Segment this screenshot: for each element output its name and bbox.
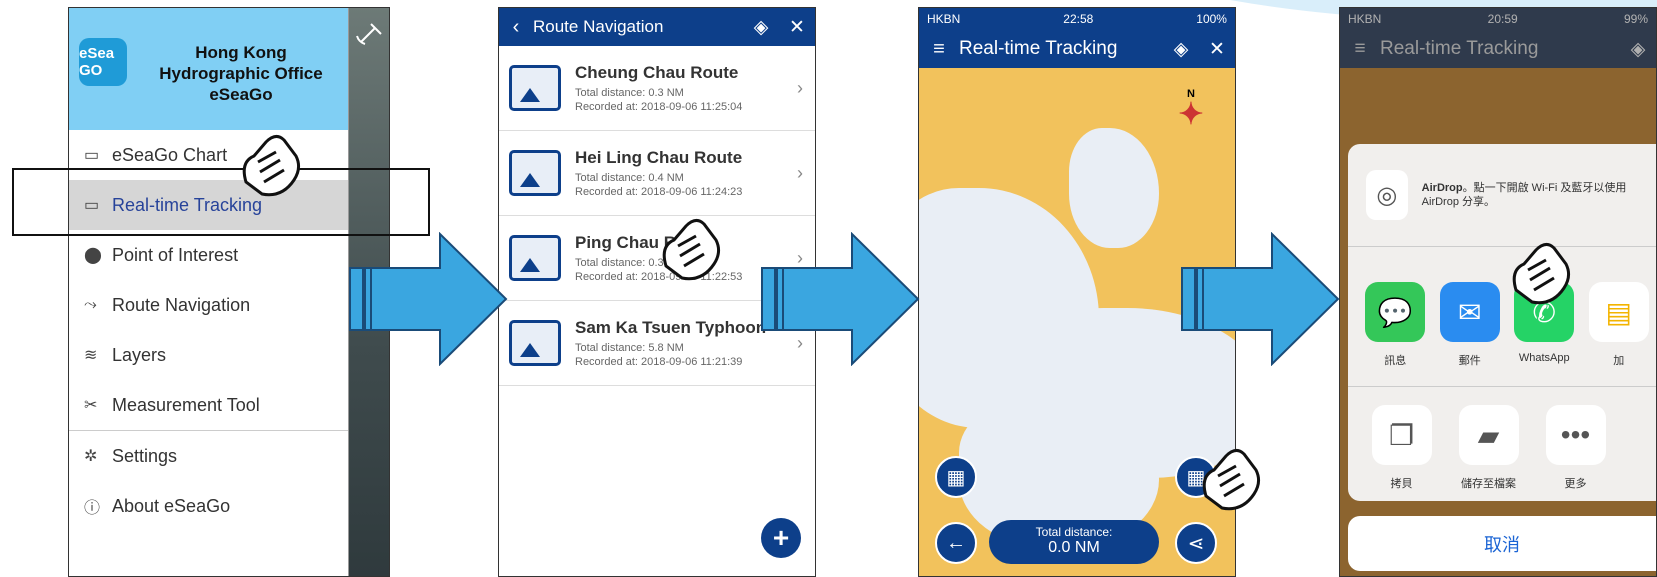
compass-icon: N ✦: [1178, 88, 1204, 131]
satellite-icon[interactable]: ✕: [779, 16, 815, 39]
menu-item-label: Settings: [112, 445, 178, 466]
route-distance: Total distance: 5.8 NM: [575, 341, 684, 354]
highlight-box: [12, 168, 430, 236]
folder-icon: ▰: [1458, 405, 1519, 465]
gear-icon: ✲: [84, 448, 98, 465]
share-action-1[interactable]: ▰ 儲存至檔案: [1445, 405, 1532, 491]
measure-icon: ✂: [84, 397, 98, 414]
tap-hand-icon: [662, 219, 721, 281]
copy-icon: ❐: [1371, 405, 1432, 465]
share-actions-row: ❐ 拷貝 ▰ 儲存至檔案 ••• 更多: [1348, 387, 1656, 499]
drawer-header: eSea GO Hong Kong Hydrographic Office eS…: [69, 8, 348, 130]
menu-item-label: Point of Interest: [112, 244, 239, 265]
nav-bar: ‹ Route Navigation ◈ ✕: [499, 8, 815, 46]
menu-item-label: Route Navigation: [112, 294, 251, 315]
chart-toggle-button[interactable]: ▦: [935, 456, 977, 498]
share-app-3[interactable]: ▤ 加: [1582, 282, 1657, 368]
screen-side-menu: eSea GO Hong Kong Hydrographic Office eS…: [68, 7, 390, 577]
route-image-icon: [509, 150, 561, 196]
share-app-1[interactable]: ✉ 郵件: [1433, 282, 1508, 368]
route-name: Hei Ling Chau Route: [575, 147, 743, 167]
menu-item-route-navigation[interactable]: ⤳ Route Navigation: [69, 280, 348, 330]
share-action-0[interactable]: ❐ 拷貝: [1358, 405, 1445, 491]
menu-item-measurement-tool[interactable]: ✂ Measurement Tool: [69, 380, 348, 430]
nav-bar: ≡ Real-time Tracking ◈ ✕: [919, 30, 1235, 68]
back-arrow-button[interactable]: ←: [935, 522, 977, 564]
route-distance: Total distance: 0.3 NM: [575, 86, 684, 99]
route-image-icon: [509, 65, 561, 111]
menu-item-label: Layers: [112, 344, 167, 365]
map-pin-icon: ⬤: [84, 247, 102, 264]
airdrop-icon: ◎: [1366, 170, 1408, 220]
route-icon: ⤳: [84, 296, 97, 313]
share-app-label: 加: [1613, 355, 1625, 367]
share-app-label: WhatsApp: [1518, 352, 1570, 364]
route-recorded-at: Recorded at: 2018-09-06 11:21:39: [575, 355, 743, 368]
airdrop-row[interactable]: ◎ AirDrop。點一下開啟 Wi-Fi 及藍牙以使用 AirDrop 分享。: [1348, 144, 1656, 247]
route-name: Sam Ka Tsuen Typhoon: [575, 317, 767, 337]
route-list-item[interactable]: Cheung Chau Route Total distance: 0.3 NM R…: [499, 46, 815, 131]
locate-icon[interactable]: ◈: [1163, 38, 1199, 61]
route-recorded-at: Recorded at: 2018-09-06 11:24:23: [575, 185, 743, 198]
eseago-logo: eSea GO: [79, 38, 127, 86]
page-title: Route Navigation: [533, 17, 664, 36]
share-action-label: 拷貝: [1390, 478, 1413, 490]
water-area: [1069, 128, 1159, 248]
arrow-right-icon: [349, 232, 508, 366]
layers-icon: ≋: [84, 347, 98, 364]
tap-hand-icon: [242, 135, 301, 197]
notes-icon: ▤: [1588, 282, 1649, 342]
clock: 22:58: [1063, 12, 1094, 26]
share-app-label: 訊息: [1384, 355, 1407, 367]
route-image-icon: [509, 235, 561, 281]
menu-item-label: Measurement Tool: [112, 394, 260, 415]
cancel-button[interactable]: 取消: [1348, 516, 1656, 571]
menu-item-about-eseago[interactable]: ⓘ About eSeaGo: [69, 481, 348, 531]
satellite-icon[interactable]: ✕: [1199, 38, 1235, 61]
total-distance-readout: Total distance: 0.0 NM: [989, 520, 1159, 564]
mail-icon: ✉: [1439, 282, 1500, 342]
satellite-icon: [356, 23, 382, 45]
locate-icon[interactable]: ◈: [743, 16, 779, 39]
message-icon: 💬: [1365, 282, 1426, 342]
share-sheet: ◎ AirDrop。點一下開啟 Wi-Fi 及藍牙以使用 AirDrop 分享。…: [1348, 144, 1656, 501]
add-route-button[interactable]: +: [761, 518, 801, 558]
arrow-right-icon: [761, 232, 920, 366]
battery-label: 100%: [1196, 12, 1227, 26]
share-app-0[interactable]: 💬 訊息: [1358, 282, 1433, 368]
route-list-item[interactable]: Hei Ling Chau Route Total distance: 0.4 N…: [499, 131, 815, 216]
organization-name: Hong Kong Hydrographic Office eSeaGo: [159, 43, 323, 104]
menu-item-point-of-interest[interactable]: ⬤ Point of Interest: [69, 230, 348, 280]
menu-item-label: eSeaGo Chart: [112, 144, 228, 165]
chevron-right-icon: ›: [797, 162, 803, 183]
menu-item-layers[interactable]: ≋ Layers: [69, 330, 348, 380]
info-icon: ⓘ: [84, 500, 101, 517]
route-name: Cheung Chau Route: [575, 62, 739, 82]
side-drawer: eSea GO Hong Kong Hydrographic Office eS…: [69, 8, 349, 576]
screen-share-sheet: HKBN 20:59 99% ≡ Real-time Tracking ◈ ◎ …: [1339, 7, 1657, 577]
route-recorded-at: Recorded at: 2018-09-06 11:25:04: [575, 100, 743, 113]
carrier-label: HKBN: [927, 12, 961, 26]
share-action-label: 更多: [1564, 478, 1587, 490]
share-apps-row: 💬 訊息 ✉ 郵件 ✆ WhatsApp ▤ 加: [1348, 247, 1656, 387]
share-action-label: 儲存至檔案: [1461, 478, 1516, 490]
route-distance: Total distance: 0.4 NM: [575, 171, 684, 184]
tap-hand-icon: [1512, 243, 1571, 305]
chart-icon: ▭: [84, 147, 100, 164]
more-icon: •••: [1545, 405, 1606, 465]
hamburger-menu-icon[interactable]: ≡: [919, 38, 959, 61]
page-title: Real-time Tracking: [959, 38, 1118, 59]
chevron-right-icon: ›: [797, 77, 803, 98]
menu-item-label: About eSeaGo: [112, 495, 231, 516]
back-chevron-icon[interactable]: ‹: [499, 16, 533, 39]
status-bar: HKBN 22:58 100%: [919, 8, 1235, 30]
tap-hand-icon: [1202, 449, 1261, 511]
share-button[interactable]: ⋖: [1175, 522, 1217, 564]
route-image-icon: [509, 320, 561, 366]
arrow-right-icon: [1181, 232, 1340, 366]
share-app-label: 郵件: [1458, 355, 1481, 367]
share-action-2[interactable]: ••• 更多: [1532, 405, 1619, 491]
menu-item-settings[interactable]: ✲ Settings: [69, 431, 348, 481]
